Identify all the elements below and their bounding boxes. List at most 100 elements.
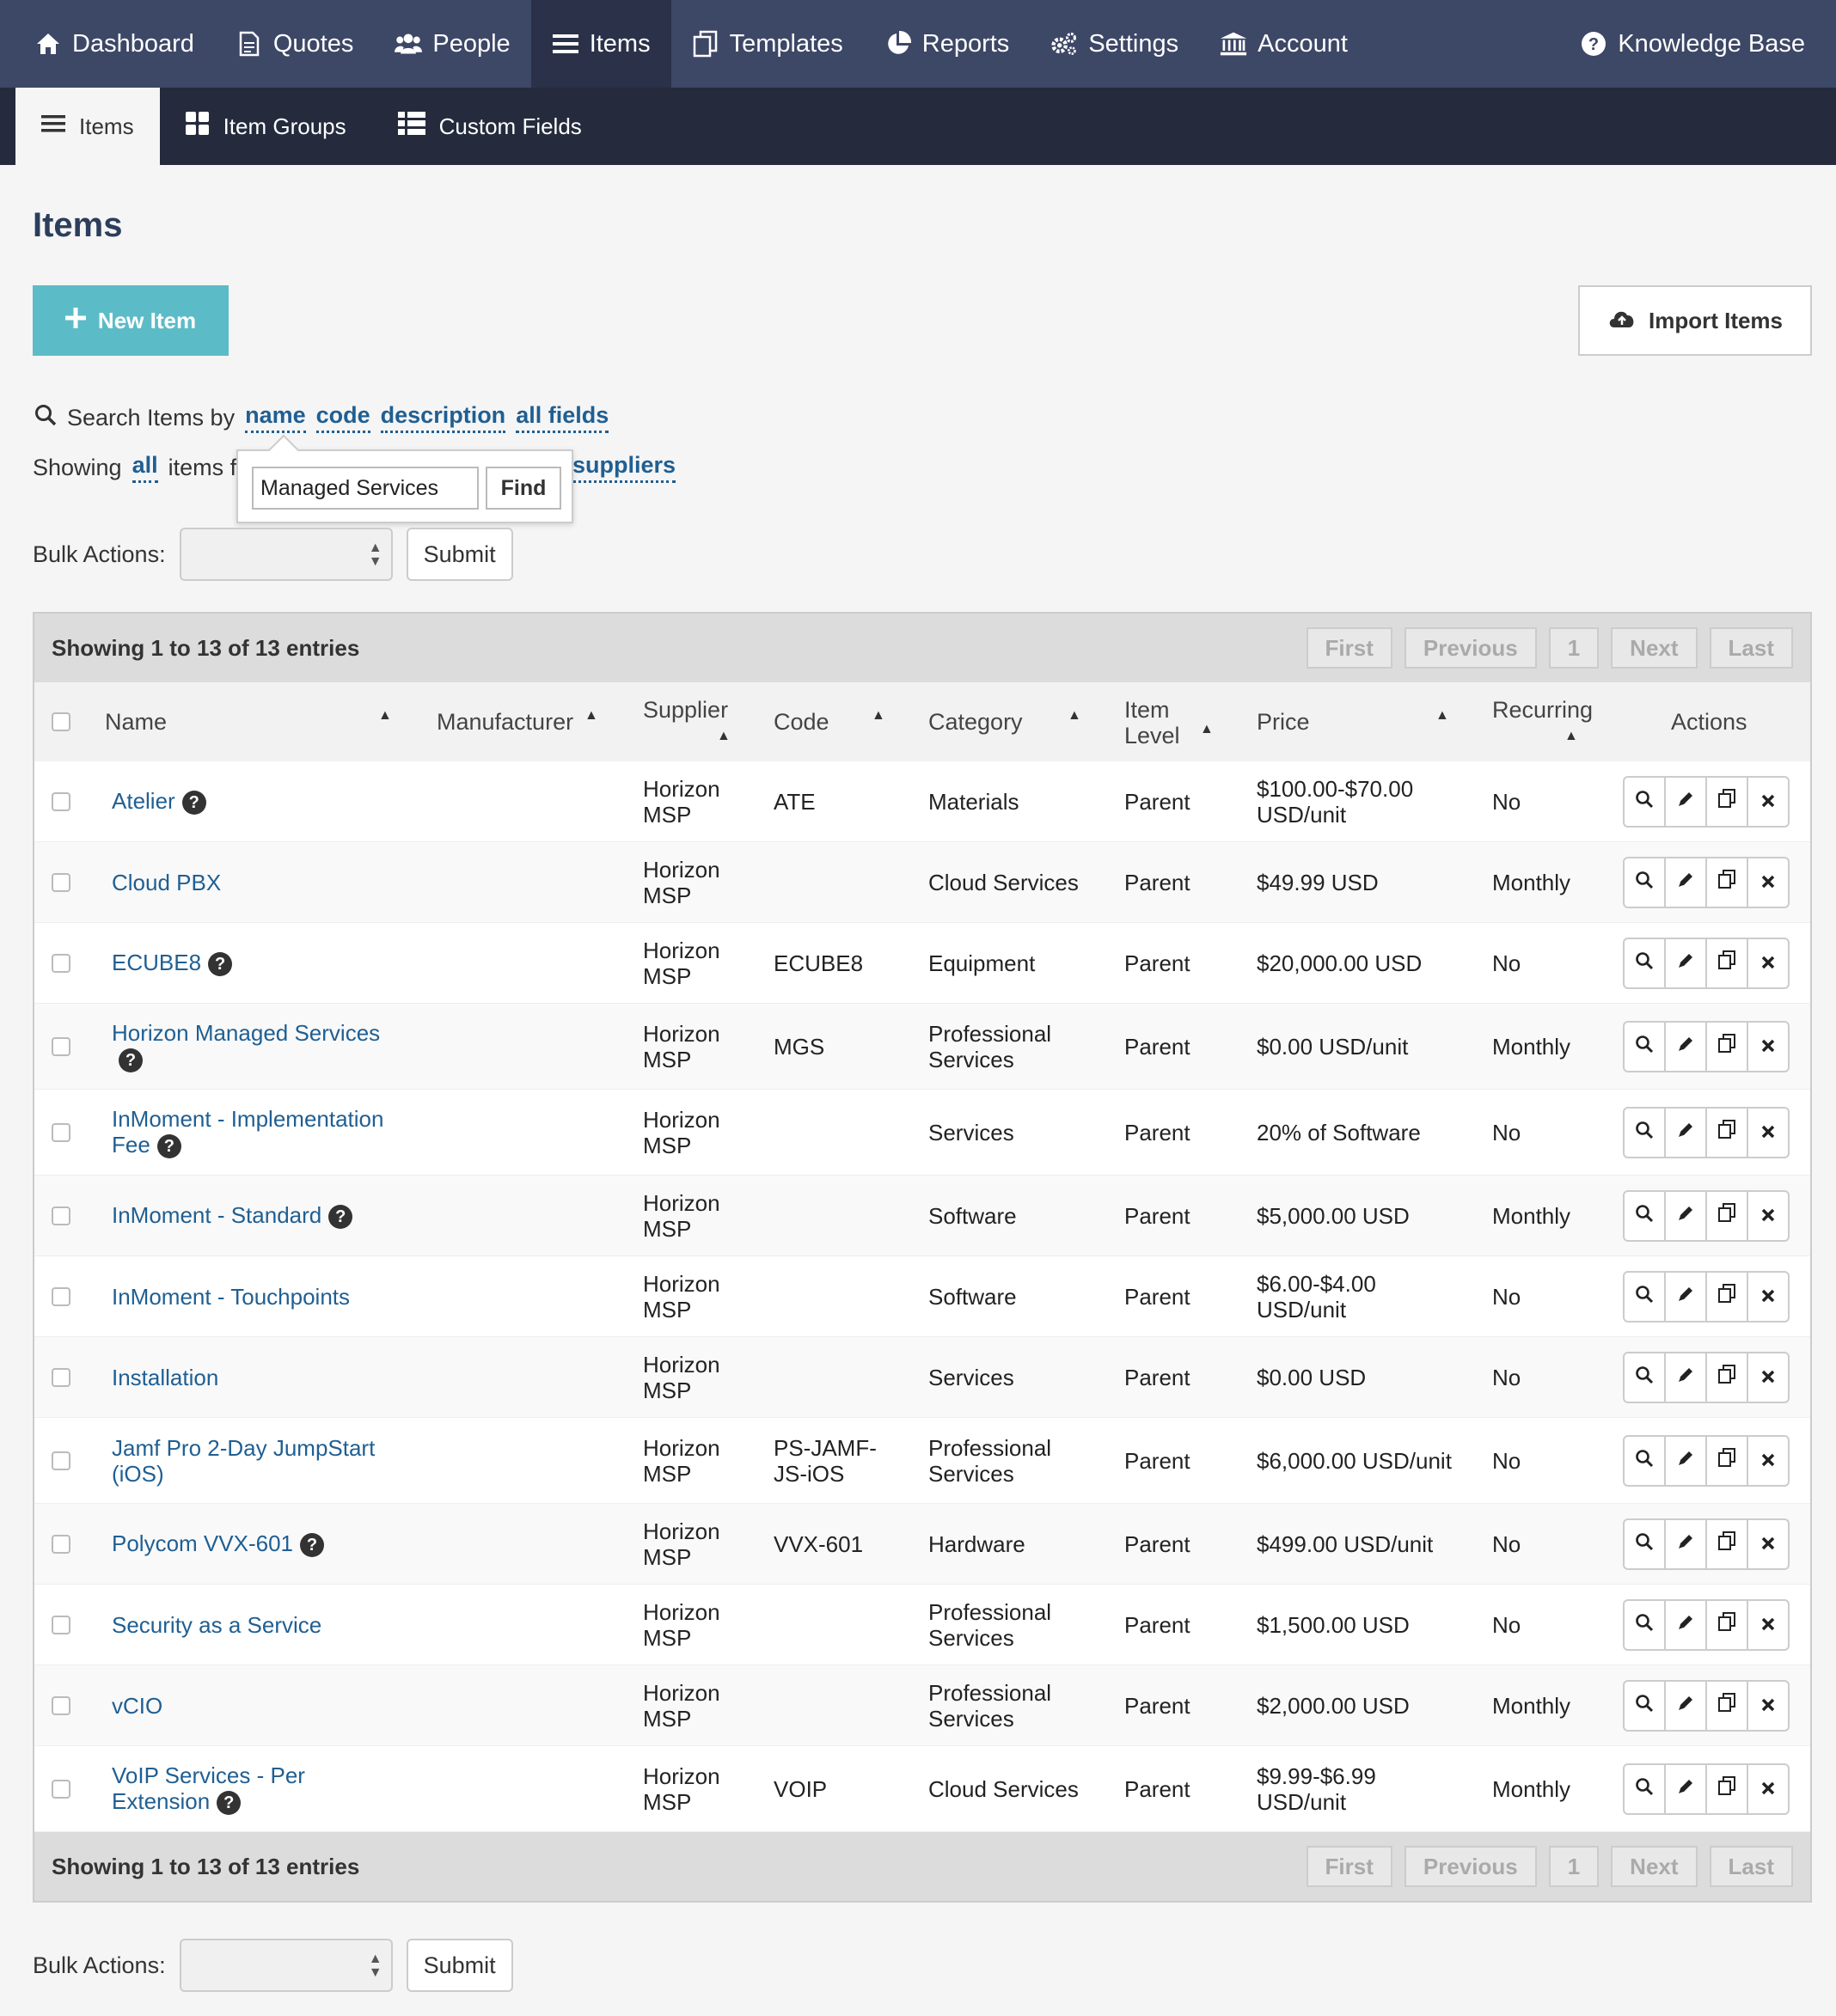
copy-button[interactable] xyxy=(1705,1762,1748,1815)
delete-button[interactable] xyxy=(1747,937,1790,989)
row-checkbox[interactable] xyxy=(52,1176,70,1255)
nav-settings[interactable]: Settings xyxy=(1030,0,1199,88)
page-first[interactable]: First xyxy=(1306,1846,1392,1887)
copy-button[interactable] xyxy=(1705,1518,1748,1570)
copy-button[interactable] xyxy=(1705,1351,1748,1403)
suppliers-link[interactable]: suppliers xyxy=(572,452,676,483)
edit-button[interactable] xyxy=(1664,1679,1707,1732)
edit-button[interactable] xyxy=(1664,1270,1707,1323)
edit-button[interactable] xyxy=(1664,1762,1707,1815)
help-icon[interactable]: ? xyxy=(217,1791,242,1816)
sort-up-icon[interactable]: ▲ xyxy=(1200,722,1214,737)
view-button[interactable] xyxy=(1623,775,1666,828)
item-name-link-cont[interactable]: Fee xyxy=(112,1132,150,1158)
delete-button[interactable] xyxy=(1747,1434,1790,1487)
bulk-actions-select[interactable]: ▲ ▼ xyxy=(179,1939,393,1992)
edit-button[interactable] xyxy=(1664,1598,1707,1651)
view-button[interactable] xyxy=(1623,1598,1666,1651)
delete-button[interactable] xyxy=(1747,1679,1790,1732)
nav-quotes[interactable]: Quotes xyxy=(215,0,375,88)
col-name[interactable]: Name xyxy=(105,682,167,761)
view-button[interactable] xyxy=(1623,1270,1666,1323)
edit-button[interactable] xyxy=(1664,937,1707,989)
copy-button[interactable] xyxy=(1705,937,1748,989)
item-name-link[interactable]: Security as a Service xyxy=(112,1612,321,1638)
sort-up-icon[interactable]: ▲ xyxy=(717,729,731,744)
nav-templates[interactable]: Templates xyxy=(671,0,864,88)
copy-button[interactable] xyxy=(1705,1106,1748,1158)
subnav-custom-fields[interactable]: Custom Fields xyxy=(372,88,608,165)
item-name-link[interactable]: vCIO xyxy=(112,1693,162,1719)
item-name-link[interactable]: InMoment - Standard xyxy=(112,1202,321,1228)
delete-button[interactable] xyxy=(1747,1598,1790,1651)
row-checkbox[interactable] xyxy=(52,1337,70,1417)
help-icon[interactable]: ? xyxy=(119,1048,143,1073)
delete-button[interactable] xyxy=(1747,775,1790,828)
view-button[interactable] xyxy=(1623,1762,1666,1815)
item-name-link[interactable]: Polycom VVX-601 xyxy=(112,1530,293,1556)
showing-all-link[interactable]: all xyxy=(132,452,158,483)
row-checkbox[interactable] xyxy=(52,1504,70,1584)
delete-button[interactable] xyxy=(1747,1106,1790,1158)
help-icon[interactable]: ? xyxy=(328,1205,353,1230)
copy-button[interactable] xyxy=(1705,856,1748,908)
row-checkbox[interactable] xyxy=(52,1090,70,1175)
nav-reports[interactable]: Reports xyxy=(864,0,1031,88)
sort-up-icon[interactable]: ▲ xyxy=(584,708,598,724)
sort-up-icon[interactable]: ▲ xyxy=(1435,708,1449,724)
item-name-link[interactable]: InMoment - Implementation xyxy=(112,1106,383,1132)
help-icon[interactable]: ? xyxy=(299,1533,324,1558)
view-button[interactable] xyxy=(1623,1518,1666,1570)
item-name-link[interactable]: ECUBE8 xyxy=(112,950,201,975)
edit-button[interactable] xyxy=(1664,1518,1707,1570)
row-checkbox[interactable] xyxy=(52,923,70,1003)
item-name-link[interactable]: InMoment - Touchpoints xyxy=(112,1284,350,1310)
page-previous[interactable]: Previous xyxy=(1404,1846,1537,1887)
help-icon[interactable]: ? xyxy=(208,952,233,977)
view-button[interactable] xyxy=(1623,1020,1666,1072)
delete-button[interactable] xyxy=(1747,1270,1790,1323)
delete-button[interactable] xyxy=(1747,1351,1790,1403)
subnav-items[interactable]: Items xyxy=(15,88,160,165)
select-all-checkbox[interactable] xyxy=(52,682,70,761)
view-button[interactable] xyxy=(1623,856,1666,908)
page-last[interactable]: Last xyxy=(1709,627,1793,669)
sort-up-icon[interactable]: ▲ xyxy=(1068,708,1081,724)
edit-button[interactable] xyxy=(1664,1434,1707,1487)
search-input[interactable] xyxy=(252,467,479,510)
nav-people[interactable]: People xyxy=(374,0,530,88)
sort-up-icon[interactable]: ▲ xyxy=(1564,729,1578,744)
view-button[interactable] xyxy=(1623,1679,1666,1732)
copy-button[interactable] xyxy=(1705,1270,1748,1323)
delete-button[interactable] xyxy=(1747,1020,1790,1072)
col-supplier[interactable]: Supplier xyxy=(643,670,728,749)
item-name-link[interactable]: Horizon Managed Services xyxy=(112,1020,380,1046)
nav-knowledge-base[interactable]: ? Knowledge Base xyxy=(1559,0,1826,88)
col-category[interactable]: Category xyxy=(928,682,1023,761)
delete-button[interactable] xyxy=(1747,1189,1790,1242)
page-last[interactable]: Last xyxy=(1709,1846,1793,1887)
copy-button[interactable] xyxy=(1705,1679,1748,1732)
search-by-name-link[interactable]: name xyxy=(245,402,306,433)
page-first[interactable]: First xyxy=(1306,627,1392,669)
item-name-link[interactable]: Jamf Pro 2-Day JumpStart xyxy=(112,1435,375,1461)
delete-button[interactable] xyxy=(1747,1518,1790,1570)
sort-up-icon[interactable]: ▲ xyxy=(872,708,885,724)
row-checkbox[interactable] xyxy=(52,1256,70,1336)
item-name-link[interactable]: VoIP Services - Per xyxy=(112,1762,305,1788)
col-price[interactable]: Price xyxy=(1257,682,1310,761)
page-number[interactable]: 1 xyxy=(1548,1846,1600,1887)
view-button[interactable] xyxy=(1623,1189,1666,1242)
bulk-actions-select[interactable]: ▲ ▼ xyxy=(179,528,393,581)
item-name-link[interactable]: Cloud PBX xyxy=(112,870,221,895)
view-button[interactable] xyxy=(1623,1351,1666,1403)
edit-button[interactable] xyxy=(1664,1020,1707,1072)
search-by-description-link[interactable]: description xyxy=(380,402,506,433)
view-button[interactable] xyxy=(1623,937,1666,989)
nav-dashboard[interactable]: Dashboard xyxy=(0,0,215,88)
import-items-button[interactable]: Import Items xyxy=(1578,285,1812,356)
page-next[interactable]: Next xyxy=(1611,627,1698,669)
view-button[interactable] xyxy=(1623,1106,1666,1158)
search-by-all-fields-link[interactable]: all fields xyxy=(516,402,609,433)
nav-account[interactable]: Account xyxy=(1199,0,1368,88)
